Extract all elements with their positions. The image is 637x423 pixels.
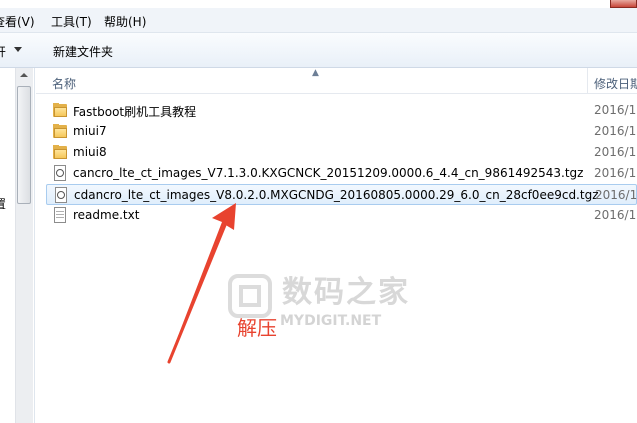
explorer-window: 查看(V) 工具(T) 帮助(H) 开 新建文件夹 置 名称 ▲ 修改日期 Fa… — [0, 0, 637, 423]
annotation-arrow-icon — [167, 203, 236, 364]
annotation-label: 解压 — [237, 316, 277, 340]
